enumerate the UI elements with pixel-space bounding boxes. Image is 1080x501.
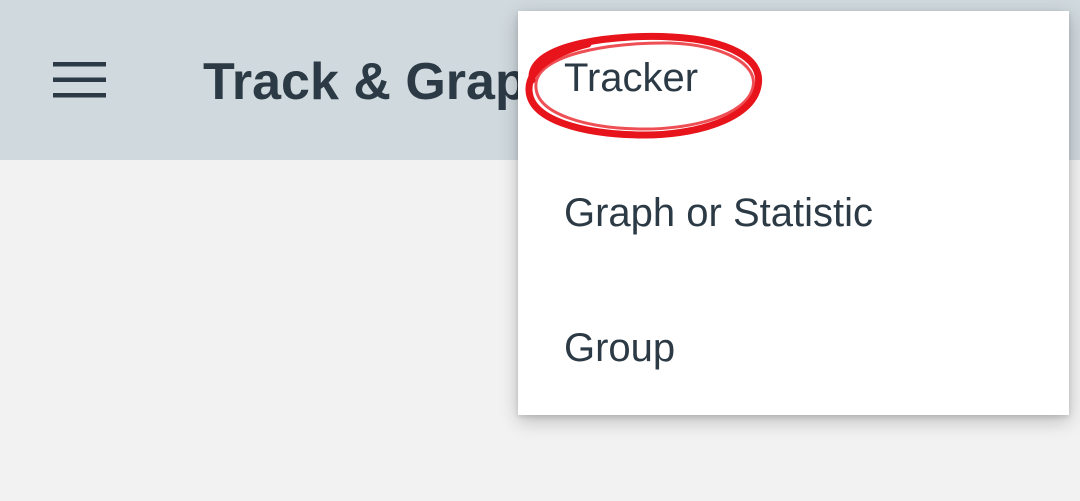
menu-item-tracker[interactable]: Tracker bbox=[518, 11, 1069, 146]
menu-item-label: Graph or Statistic bbox=[564, 191, 874, 235]
menu-item-label: Group bbox=[564, 326, 676, 370]
page-title: Track & Grap bbox=[203, 53, 527, 111]
add-item-popup-menu: Tracker Graph or Statistic Group bbox=[518, 11, 1069, 415]
menu-item-graph-or-statistic[interactable]: Graph or Statistic bbox=[518, 146, 1069, 281]
menu-item-group[interactable]: Group bbox=[518, 281, 1069, 416]
navigation-drawer-button[interactable] bbox=[40, 45, 120, 115]
menu-item-label: Tracker bbox=[564, 56, 699, 100]
hamburger-menu-icon bbox=[53, 62, 106, 98]
